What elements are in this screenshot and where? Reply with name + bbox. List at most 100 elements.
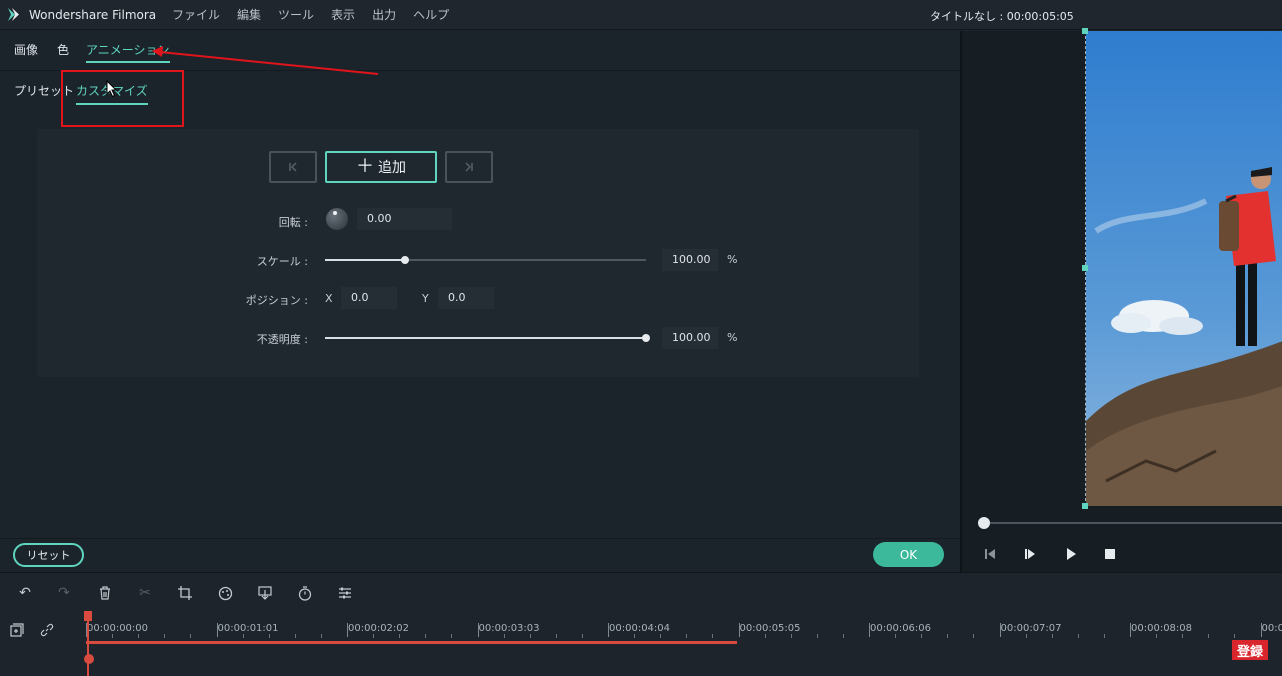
position-y-label: Y [422, 292, 429, 305]
position-x-input[interactable]: 0.0 [341, 287, 397, 309]
tab-animation[interactable]: アニメーション [86, 41, 170, 63]
ruler-minor-tick [1103, 634, 1105, 638]
menu-help[interactable]: ヘルプ [413, 6, 449, 23]
main-tabs: 画像 色 アニメーション [0, 31, 960, 71]
menu-file[interactable]: ファイル [172, 6, 220, 23]
stop-icon[interactable] [1104, 547, 1116, 561]
menu-bar: ファイル 編集 ツール 表示 出力 ヘルプ [172, 6, 449, 23]
ruler-minor-tick [634, 634, 636, 638]
speed-icon[interactable] [296, 584, 314, 602]
ruler-minor-tick [373, 634, 375, 638]
tab-image[interactable]: 画像 [14, 41, 38, 58]
ruler-minor-tick [686, 634, 688, 638]
timeline-ruler[interactable]: 00:00:00:00 00:00:01:01 00:00:02:02 00:00:0… [84, 613, 1282, 643]
tab-color[interactable]: 色 [57, 41, 69, 58]
ruler-minor-tick [294, 634, 296, 638]
reset-button[interactable]: リセット [13, 543, 84, 567]
next-keyframe-icon [465, 162, 473, 172]
annotation-highlight-box [61, 70, 184, 127]
rotation-dial[interactable] [326, 208, 348, 230]
ruler-minor-tick [1208, 634, 1210, 638]
split-icon[interactable] [256, 584, 274, 602]
prev-keyframe-button[interactable] [269, 151, 317, 183]
ruler-minor-tick [112, 634, 114, 638]
ruler-minor-tick [921, 634, 923, 638]
ruler-minor-tick [164, 634, 166, 638]
playhead[interactable] [84, 611, 94, 676]
ruler-minor-tick [425, 634, 427, 638]
adjust-icon[interactable] [336, 584, 354, 602]
preview-scrub-track[interactable] [982, 522, 1282, 524]
redo-icon[interactable]: ↷ [55, 584, 73, 602]
ruler-minor-tick [842, 634, 844, 638]
ruler-minor-tick [947, 634, 949, 638]
ruler-timecode: 00:00:00:00 [87, 623, 149, 634]
menu-edit[interactable]: 編集 [237, 6, 261, 23]
undo-icon[interactable]: ↶ [16, 584, 34, 602]
ruler-timecode: 00:00:08:08 [1131, 623, 1193, 634]
preview-scrub-knob[interactable] [978, 517, 990, 529]
ruler-minor-tick [242, 634, 244, 638]
ruler-minor-tick [581, 634, 583, 638]
link-icon[interactable] [38, 621, 56, 639]
add-track-icon[interactable] [8, 621, 26, 639]
app-name: Wondershare Filmora [29, 8, 157, 22]
resize-handle[interactable] [1082, 28, 1088, 34]
ruler-minor-tick [1156, 634, 1158, 638]
title-bar: Wondershare Filmora ファイル 編集 ツール 表示 出力 ヘル… [0, 0, 1282, 30]
scale-label: スケール : [256, 255, 308, 268]
ruler-minor-tick [764, 634, 766, 638]
ruler-minor-tick [1051, 634, 1053, 638]
timeline-panel: ↶ ↷ ✂ 00:00:00:00 00:00:01:01 00:00:02:02 0… [0, 572, 1282, 676]
menu-view[interactable]: 表示 [331, 6, 355, 23]
ruler-timecode: 00:00:02:02 [348, 623, 410, 634]
resize-handle[interactable] [1082, 503, 1088, 509]
crop-icon[interactable] [176, 584, 194, 602]
scale-unit: % [727, 253, 738, 266]
ruler-timecode: 00:00:03:03 [478, 623, 540, 634]
ruler-minor-tick [529, 634, 531, 638]
preview-panel [962, 28, 1282, 572]
ruler-minor-tick [451, 634, 453, 638]
play-icon[interactable] [1065, 547, 1077, 561]
project-title: タイトルなし : 00:00:05:05 [930, 10, 1074, 23]
add-keyframe-button[interactable]: ＋ 追加 [325, 151, 437, 183]
ruler-minor-tick [1077, 634, 1079, 638]
ruler-minor-tick [1025, 634, 1027, 638]
opacity-slider-fill [325, 337, 646, 339]
cut-icon[interactable]: ✂ [136, 584, 154, 602]
prev-frame-icon[interactable] [984, 547, 996, 561]
opacity-slider-knob[interactable] [642, 334, 650, 342]
menu-export[interactable]: 出力 [372, 6, 396, 23]
ruler-timecode: 00:00:07:07 [1000, 623, 1062, 634]
resize-handle[interactable] [1082, 265, 1088, 271]
preview-image [1085, 31, 1282, 506]
ruler-minor-tick [138, 634, 140, 638]
scale-slider-fill [325, 259, 405, 261]
delete-icon[interactable] [96, 584, 114, 602]
clip-range-bar [86, 641, 737, 644]
scale-input[interactable]: 100.00 [662, 249, 718, 271]
next-keyframe-button[interactable] [445, 151, 493, 183]
opacity-input[interactable]: 100.00 [662, 327, 718, 349]
ruler-timecode: 00:00:01:01 [217, 623, 279, 634]
color-icon[interactable] [216, 584, 234, 602]
ruler-timecode: 00:00:04:04 [609, 623, 671, 634]
opacity-label: 不透明度 : [256, 333, 308, 346]
ruler-minor-tick [973, 634, 975, 638]
ruler-minor-tick [790, 634, 792, 638]
position-y-input[interactable]: 0.0 [438, 287, 494, 309]
rotation-input[interactable]: 0.00 [357, 208, 452, 230]
scale-slider-knob[interactable] [401, 256, 409, 264]
ruler-minor-tick [1182, 634, 1184, 638]
footer-divider [0, 538, 960, 539]
ruler-timecode: 00:00:06:06 [870, 623, 932, 634]
menu-tools[interactable]: ツール [278, 6, 314, 23]
ok-button[interactable]: OK [873, 542, 944, 567]
ruler-minor-tick [268, 634, 270, 638]
ruler-minor-tick [712, 634, 714, 638]
play-frame-icon[interactable] [1024, 547, 1036, 561]
subscribe-badge: 登録 [1232, 640, 1268, 660]
ruler-minor-tick [895, 634, 897, 638]
position-x-label: X [325, 292, 333, 305]
